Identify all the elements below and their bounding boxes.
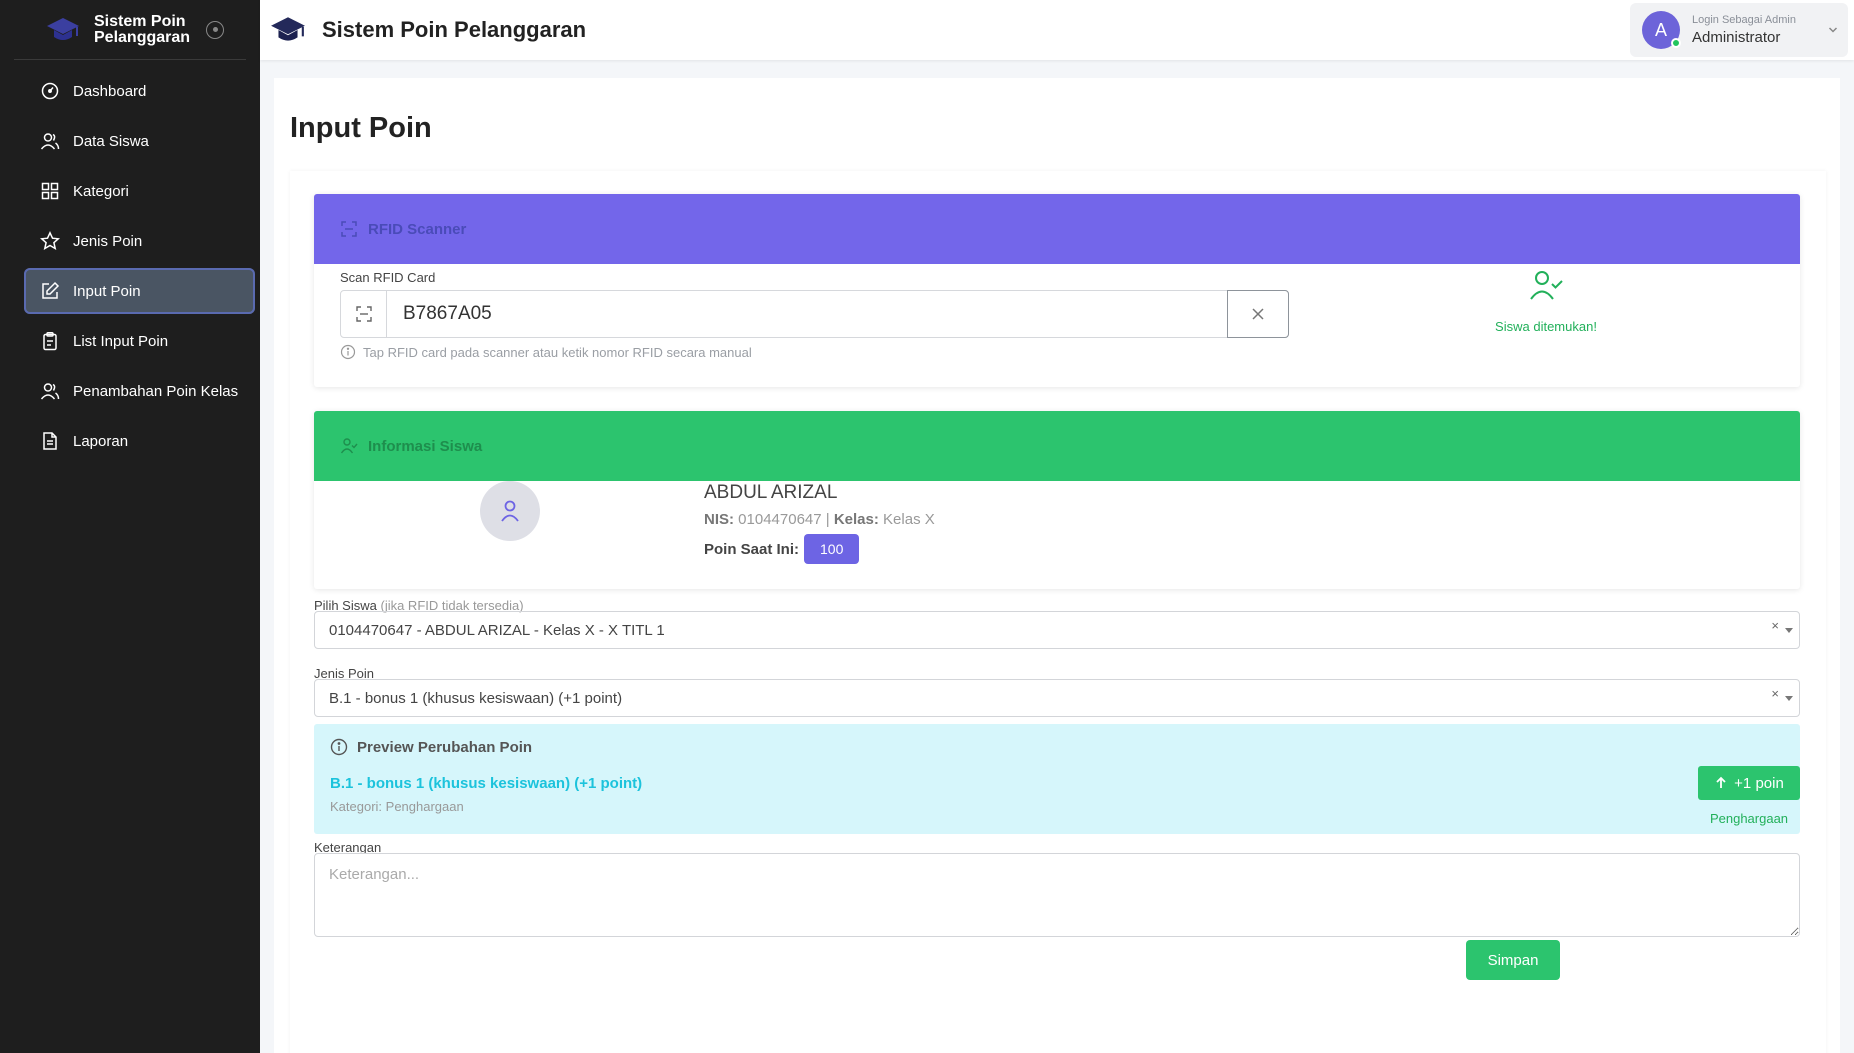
sidebar-item-list-input-poin[interactable]: List Input Poin	[24, 318, 255, 364]
graduation-cap-icon	[271, 17, 305, 41]
clear-selection-icon[interactable]: ×	[1771, 618, 1779, 633]
rfid-input-addon	[341, 291, 387, 337]
info-icon	[340, 344, 356, 360]
student-details: ABDUL ARIZAL NIS: 0104470647 | Kelas: Ke…	[704, 482, 935, 564]
keterangan-textarea[interactable]	[314, 853, 1800, 937]
rfid-clear-button[interactable]	[1227, 290, 1289, 338]
users-icon	[40, 383, 60, 400]
chevron-down-icon	[1828, 27, 1838, 33]
student-card-header: Informasi Siswa	[314, 411, 1800, 481]
star-icon	[40, 231, 60, 251]
user-info: Login Sebagai Admin Administrator	[1692, 14, 1796, 46]
user-check-icon	[340, 438, 358, 454]
student-avatar	[480, 481, 540, 541]
pilih-siswa-value: 0104470647 - ABDUL ARIZAL - Kelas X - X …	[329, 621, 665, 639]
user-check-icon	[1530, 271, 1563, 300]
sidebar-item-penambahan-poin-kelas[interactable]: Penambahan Poin Kelas	[24, 368, 255, 414]
document-icon	[43, 432, 57, 450]
preview-title-text: Preview Perubahan Poin	[357, 738, 533, 756]
save-button[interactable]: Simpan	[1466, 940, 1560, 980]
scan-icon	[341, 221, 357, 237]
sidebar-item-data-siswa[interactable]: Data Siswa	[24, 118, 255, 164]
user-icon	[501, 500, 519, 522]
sidebar-toggle-icon[interactable]	[206, 20, 224, 39]
jenis-poin-select[interactable]: B.1 - bonus 1 (khusus kesiswaan) (+1 poi…	[314, 679, 1800, 717]
sidebar-item-laporan[interactable]: Laporan	[24, 418, 255, 464]
users-icon	[40, 133, 60, 150]
rfid-status: Siswa ditemukan!	[1456, 268, 1636, 334]
arrow-up-icon	[1716, 776, 1726, 788]
student-meta: NIS: 0104470647 | Kelas: Kelas X	[704, 511, 935, 528]
points-label: Poin Saat Ini:	[704, 540, 800, 558]
student-kelas: Kelas X	[883, 511, 935, 528]
sidebar-item-label: List Input Poin	[73, 332, 169, 350]
kelas-label: Kelas:	[833, 511, 879, 528]
sidebar-item-label: Input Poin	[73, 282, 141, 300]
info-icon	[330, 738, 348, 756]
content-wrapper: Input Poin RFID Scanner Scan RFID Card B…	[274, 78, 1840, 1053]
preview-perubahan-poin: Preview Perubahan Poin B.1 - bonus 1 (kh…	[314, 724, 1800, 834]
sidebar-brand[interactable]: Sistem Poin Pelanggaran	[14, 0, 246, 60]
scan-icon	[355, 306, 372, 322]
scan-rfid-label: Scan RFID Card	[340, 270, 436, 285]
student-points-row: Poin Saat Ini: 100	[704, 534, 935, 564]
topbar: Sistem Poin Pelanggaran A Login Sebagai …	[260, 0, 1854, 60]
caret-down-icon	[1785, 628, 1793, 633]
avatar: A	[1642, 11, 1681, 49]
sidebar-item-label: Penambahan Poin Kelas	[73, 382, 239, 400]
rfid-status-text: Siswa ditemukan!	[1495, 319, 1597, 334]
sidebar-item-dashboard[interactable]: Dashboard	[24, 68, 255, 114]
brand-title: Sistem Poin Pelanggaran	[94, 12, 191, 46]
dashboard-icon	[41, 82, 59, 100]
sidebar-nav: Dashboard Data Siswa Kategori Jenis Poin…	[0, 60, 260, 464]
student-nis: 0104470647	[738, 511, 822, 528]
graduation-cap-icon	[47, 17, 79, 40]
rfid-scanner-card: RFID Scanner Scan RFID Card Tap RFID car…	[314, 194, 1800, 387]
preview-type: Penghargaan	[1709, 811, 1789, 826]
rfid-hint: Tap RFID card pada scanner atau ketik no…	[340, 344, 752, 360]
sidebar-item-input-poin[interactable]: Input Poin	[24, 268, 255, 314]
clipboard-icon	[43, 332, 57, 351]
close-icon	[1252, 308, 1264, 320]
jenis-poin-value: B.1 - bonus 1 (khusus kesiswaan) (+1 poi…	[329, 689, 623, 707]
rfid-input[interactable]	[387, 291, 1227, 337]
sidebar-item-label: Laporan	[73, 432, 129, 450]
sidebar-item-kategori[interactable]: Kategori	[24, 168, 255, 214]
points-badge: 100	[804, 534, 860, 564]
student-card-title: Informasi Siswa	[368, 437, 483, 455]
point-change-text: +1 poin	[1734, 774, 1784, 792]
grid-icon	[41, 182, 59, 200]
avatar-initial: A	[1654, 19, 1667, 40]
user-menu[interactable]: A Login Sebagai Admin Administrator	[1630, 3, 1848, 57]
sidebar-item-label: Jenis Poin	[73, 232, 143, 250]
app-title: Sistem Poin Pelanggaran	[322, 17, 587, 42]
rfid-card-title: RFID Scanner	[368, 220, 467, 238]
preview-jenis-poin: B.1 - bonus 1 (khusus kesiswaan) (+1 poi…	[330, 775, 643, 792]
sidebar: Sistem Poin Pelanggaran Dashboard Data S…	[0, 0, 260, 1053]
student-name: ABDUL ARIZAL	[704, 482, 838, 503]
edit-icon	[42, 281, 60, 299]
clear-selection-icon[interactable]: ×	[1771, 686, 1779, 701]
student-info-card: Informasi Siswa ABDUL ARIZAL NIS: 010447…	[314, 411, 1800, 589]
sidebar-item-label: Dashboard	[73, 82, 147, 100]
point-change-badge: +1 poin	[1698, 766, 1800, 800]
sidebar-item-label: Kategori	[73, 182, 129, 200]
preview-title: Preview Perubahan Poin	[330, 738, 532, 756]
sidebar-item-jenis-poin[interactable]: Jenis Poin	[24, 218, 255, 264]
preview-kategori: Kategori: Penghargaan	[330, 799, 464, 814]
pilih-siswa-select[interactable]: 0104470647 - ABDUL ARIZAL - Kelas X - X …	[314, 611, 1800, 649]
sidebar-item-label: Data Siswa	[73, 132, 149, 150]
caret-down-icon	[1785, 696, 1793, 701]
user-role: Login Sebagai Admin	[1692, 14, 1796, 26]
main-content: Input Poin RFID Scanner Scan RFID Card B…	[260, 60, 1854, 1053]
rfid-card-header: RFID Scanner	[314, 194, 1800, 264]
online-status-icon	[1671, 38, 1681, 48]
nis-label: NIS:	[704, 511, 734, 528]
page-title: Input Poin	[290, 112, 432, 144]
user-name: Administrator	[1692, 29, 1781, 46]
rfid-input-group	[340, 290, 1289, 338]
input-poin-card: RFID Scanner Scan RFID Card Tap RFID car…	[290, 171, 1826, 1053]
rfid-hint-text: Tap RFID card pada scanner atau ketik no…	[363, 344, 752, 360]
